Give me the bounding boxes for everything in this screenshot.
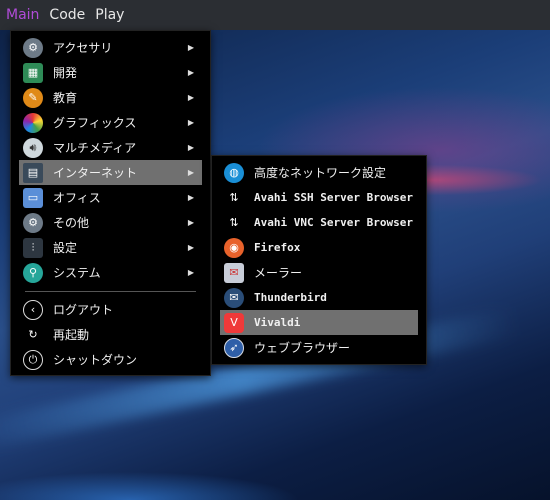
menu-item-shutdown[interactable]: ⏻ シャットダウン <box>19 347 202 372</box>
menu-item-development[interactable]: ▦ 開発 ▶ <box>19 60 202 85</box>
globe-icon: ◍ <box>224 162 244 183</box>
system-search-icon: ⚲ <box>23 262 43 283</box>
submenu-arrow-icon: ▶ <box>187 143 194 152</box>
menu-item-system[interactable]: ⚲ システム ▶ <box>19 260 202 285</box>
gear-icon: ⚙ <box>23 37 43 58</box>
vivaldi-icon: V <box>224 312 244 333</box>
panel-menu-play[interactable]: Play <box>95 7 124 23</box>
submenu-item-label: Vivaldi <box>254 316 301 329</box>
panel-menu-code[interactable]: Code <box>49 7 85 23</box>
main-menu: ⚙ アクセサリ ▶ ▦ 開発 ▶ ✎ 教育 ▶ グラフィックス ▶ 🔊︎ マルチ… <box>10 30 211 376</box>
menu-item-logout[interactable]: ‹ ログアウト <box>19 297 202 322</box>
submenu-arrow-icon: ▶ <box>187 68 194 77</box>
submenu-item-label: Firefox <box>254 241 301 254</box>
submenu-item-label: Thunderbird <box>254 291 327 304</box>
speaker-icon: 🔊︎ <box>23 137 43 158</box>
menu-item-label: シャットダウン <box>53 353 138 367</box>
submenu-item-label: ウェブブラウザー <box>254 341 351 355</box>
submenu-arrow-icon: ▶ <box>187 168 194 177</box>
up-down-arrows-icon: ⇅ <box>229 216 239 229</box>
restart-icon: ↻ <box>28 328 38 341</box>
menu-item-label: 再起動 <box>53 328 90 342</box>
gear-icon: ⚙ <box>23 212 43 233</box>
menu-item-office[interactable]: ▭ オフィス ▶ <box>19 185 202 210</box>
firefox-icon: ◉ <box>224 237 244 258</box>
menu-item-label: その他 <box>53 216 90 230</box>
menu-item-label: インターネット <box>53 166 138 180</box>
thunderbird-icon: ✉ <box>224 287 244 308</box>
submenu-item-label: メーラー <box>254 266 303 280</box>
logout-icon: ‹ <box>23 299 43 320</box>
power-icon: ⏻ <box>23 349 43 370</box>
graphics-icon <box>23 112 43 133</box>
submenu-arrow-icon: ▶ <box>187 93 194 102</box>
submenu-item-avahi-vnc[interactable]: ⇅ Avahi VNC Server Browser <box>220 210 418 235</box>
menu-item-multimedia[interactable]: 🔊︎ マルチメディア ▶ <box>19 135 202 160</box>
submenu-item-label: Avahi VNC Server Browser <box>254 216 413 229</box>
submenu-item-firefox[interactable]: ◉ Firefox <box>220 235 418 260</box>
submenu-item-vivaldi[interactable]: V Vivaldi <box>220 310 418 335</box>
mail-icon: ✉ <box>224 262 244 283</box>
menu-item-education[interactable]: ✎ 教育 ▶ <box>19 85 202 110</box>
menu-item-other[interactable]: ⚙ その他 ▶ <box>19 210 202 235</box>
panel-menu-main[interactable]: Main <box>6 7 39 23</box>
menu-item-label: 設定 <box>53 241 78 255</box>
submenu-item-avahi-ssh[interactable]: ⇅ Avahi SSH Server Browser <box>220 185 418 210</box>
menu-item-accessories[interactable]: ⚙ アクセサリ ▶ <box>19 35 202 60</box>
submenu-arrow-icon: ▶ <box>187 268 194 277</box>
internet-submenu: ◍ 高度なネットワーク設定 ⇅ Avahi SSH Server Browser… <box>211 155 427 365</box>
compass-icon: ➶ <box>224 337 244 358</box>
submenu-item-label: 高度なネットワーク設定 <box>254 166 387 180</box>
submenu-arrow-icon: ▶ <box>187 43 194 52</box>
submenu-item-web-browser[interactable]: ➶ ウェブブラウザー <box>220 335 418 360</box>
menu-item-label: システム <box>53 266 101 280</box>
menu-item-label: 教育 <box>53 91 78 105</box>
menu-separator <box>25 291 196 292</box>
education-icon: ✎ <box>23 87 43 108</box>
menu-item-internet[interactable]: ▤ インターネット ▶ <box>19 160 202 185</box>
menu-item-graphics[interactable]: グラフィックス ▶ <box>19 110 202 135</box>
menu-item-label: グラフィックス <box>53 116 137 130</box>
submenu-arrow-icon: ▶ <box>187 218 194 227</box>
submenu-arrow-icon: ▶ <box>187 243 194 252</box>
submenu-item-thunderbird[interactable]: ✉ Thunderbird <box>220 285 418 310</box>
sliders-icon: ⫶ <box>23 237 43 258</box>
menu-item-label: オフィス <box>53 191 101 205</box>
document-icon: ▭ <box>23 187 43 208</box>
submenu-item-label: Avahi SSH Server Browser <box>254 191 413 204</box>
development-icon: ▦ <box>23 62 43 83</box>
up-down-arrows-icon: ⇅ <box>229 191 239 204</box>
menu-item-label: ログアウト <box>53 303 114 317</box>
menu-item-label: 開発 <box>53 66 78 80</box>
submenu-item-network-settings[interactable]: ◍ 高度なネットワーク設定 <box>220 160 418 185</box>
menu-item-settings[interactable]: ⫶ 設定 ▶ <box>19 235 202 260</box>
submenu-item-mailer[interactable]: ✉ メーラー <box>220 260 418 285</box>
menu-item-label: アクセサリ <box>53 41 113 55</box>
network-icon: ▤ <box>23 162 43 183</box>
menu-item-restart[interactable]: ↻ 再起動 <box>19 322 202 347</box>
top-panel: Main Code Play <box>0 0 550 30</box>
menu-item-label: マルチメディア <box>53 141 137 155</box>
submenu-arrow-icon: ▶ <box>187 193 194 202</box>
submenu-arrow-icon: ▶ <box>187 118 194 127</box>
